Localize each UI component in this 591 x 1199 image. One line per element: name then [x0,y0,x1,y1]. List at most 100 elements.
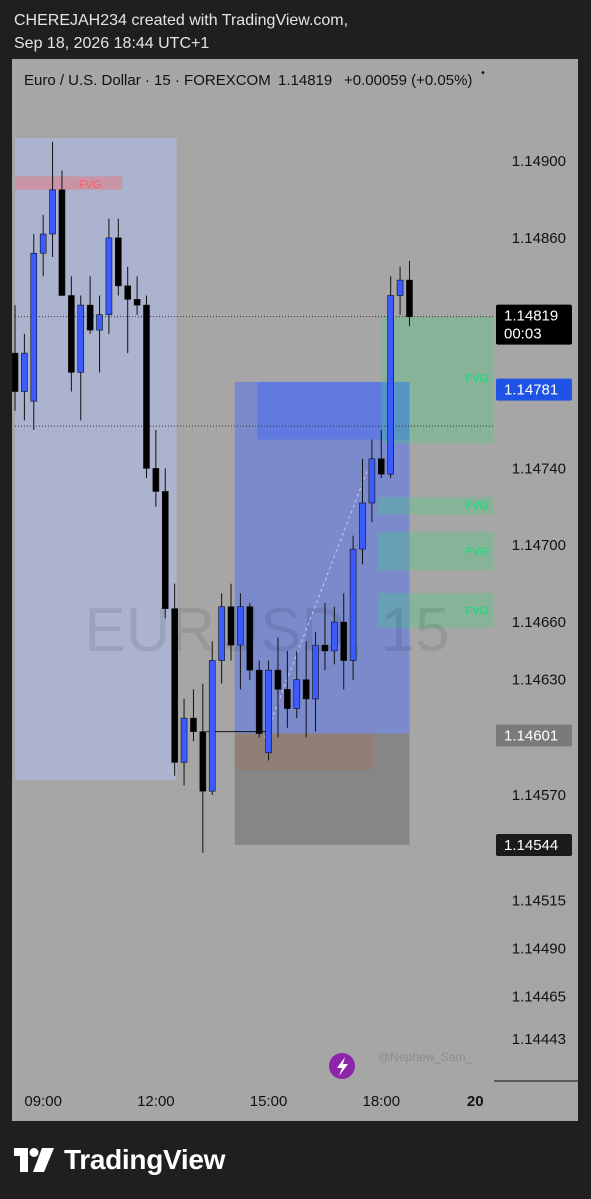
candle-body-bull [105,237,113,315]
brand-text: TradingView [64,1144,226,1175]
candle[interactable] [30,234,38,430]
price-label-dark: 1.14544 [496,833,572,856]
candle-body-bear [284,689,291,709]
fvg-label: FVG [466,373,489,385]
price-tick-label: 1.14465 [512,989,566,1006]
candle-body-bull [293,679,301,709]
price-tick-label: 1.14660 [512,614,566,631]
candle-body-bear [190,717,197,732]
price-label-value: 1.14544 [504,837,558,854]
chart-watermark: EURUSD, 15 [84,596,449,665]
price-label-gray: 1.14601 [496,724,572,747]
price-label-last: 1.1481900:03 [496,304,572,345]
time-axis: 09:00 12:00 15:00 18:00 20 [24,1093,484,1110]
candle-body-bull [30,252,38,402]
candle[interactable] [349,535,357,680]
candle-body-bear [58,189,66,296]
footer-brand: TradingView [14,1140,225,1180]
time-tick-label: 18:00 [363,1093,401,1110]
candle-body-bear [321,644,329,652]
price-tick-label: 1.14630 [512,672,566,689]
zone-gray[interactable] [234,733,410,845]
candle[interactable] [387,276,394,479]
candle-body-bull [312,644,319,700]
zones-layer [15,137,494,845]
candle[interactable] [246,602,254,680]
candle-body-bull [39,233,47,254]
candle[interactable] [396,266,404,315]
tradingview-logo-icon [14,1148,54,1172]
price-tick-label: 1.14900 [512,153,566,170]
candle-body-bear [227,606,235,646]
candle-body-bull [265,669,272,754]
candle[interactable] [406,260,413,327]
candle-body-bear [255,669,263,734]
candle-body-bear [86,304,94,331]
candle[interactable] [143,295,150,479]
candle[interactable] [255,660,263,738]
countdown-label: 00:03 [504,326,542,343]
time-tick-label: 09:00 [24,1093,62,1110]
candle-body-bull [349,548,357,661]
author-credit: @Nephew_Sam_ [378,1050,473,1064]
candle-body-bull [49,189,56,235]
price-change: +0.00059 (+0.05%) [344,72,472,89]
fvg-label: FVG [466,546,489,558]
price-tick-label: 1.14860 [512,230,566,247]
candle-body-bull [331,621,338,652]
candle-body-bear [68,295,75,373]
candle-body-bear [161,491,169,609]
candle-body-bear [340,621,348,661]
candle-body-bull [218,606,225,661]
candle-body-bear [246,606,254,671]
zone-red[interactable] [15,176,123,190]
price-tick-label: 1.14490 [512,941,566,958]
price-tick-label: 1.14700 [512,537,566,554]
price-tick-label: 1.14570 [512,787,566,804]
candle-body-bear [199,731,207,792]
candle-body-bull [21,352,28,392]
candle-body-bull [368,458,376,504]
fvg-label: FVG [466,606,489,618]
candle-body-bull [96,314,103,331]
fvg-label: FVG [466,500,489,512]
candle[interactable] [171,583,178,776]
candle[interactable] [265,660,272,761]
candle-body-bear [302,679,310,700]
snapshot-timestamp: Sep 18, 2026 18:44 UTC+1 [14,35,210,52]
candle-body-bear [124,285,132,300]
price-tick-label: 1.14515 [512,893,566,910]
candle-body-bull [359,502,366,550]
price-label-blue: 1.14781 [496,378,572,401]
candle-body-bear [274,669,282,690]
candle[interactable] [199,683,207,853]
fvg-label: FVG [79,179,102,191]
candle-body-bear [152,468,160,492]
price-label-value: 1.14781 [504,382,558,399]
candle-body-bear [171,608,178,763]
candle-body-bull [387,295,394,475]
price-label-value: 1.14601 [504,727,558,744]
candlestick-chart[interactable]: EURUSD, 15 FVG FVG FVG FVG FVG 1.14900 1.1486… [12,59,578,1121]
zone-lavender[interactable] [15,137,177,780]
candle[interactable] [190,689,197,742]
price-tick-label: 1.14443 [512,1031,566,1048]
price-tick-label: 1.14740 [512,460,566,477]
candle-body-bull [237,606,244,646]
price-axis: 1.14900 1.14860 1.14740 1.14700 1.14660 1.146… [494,153,578,1082]
candle-body-bear [143,304,150,469]
chart-panel[interactable]: EURUSD, 15 FVG FVG FVG FVG FVG 1.14900 1.1486… [12,59,578,1121]
candle[interactable] [180,698,188,786]
chart-title: Euro / U.S. Dollar · 15 · FOREXCOM [24,72,271,89]
candle[interactable] [208,641,216,796]
lightning-icon[interactable] [329,1053,355,1079]
candle-body-bull [208,660,216,792]
candle[interactable] [218,593,225,684]
price-label-value: 1.14819 [504,308,558,325]
candle-body-bear [115,237,122,287]
time-tick-label: 20 [467,1093,484,1110]
last-price-value: 1.14819 [278,72,332,89]
snapshot-author: CHEREJAH234 created with TradingView.com… [14,12,349,29]
more-icon[interactable]: • [480,68,486,79]
candle-body-bear [406,279,413,317]
